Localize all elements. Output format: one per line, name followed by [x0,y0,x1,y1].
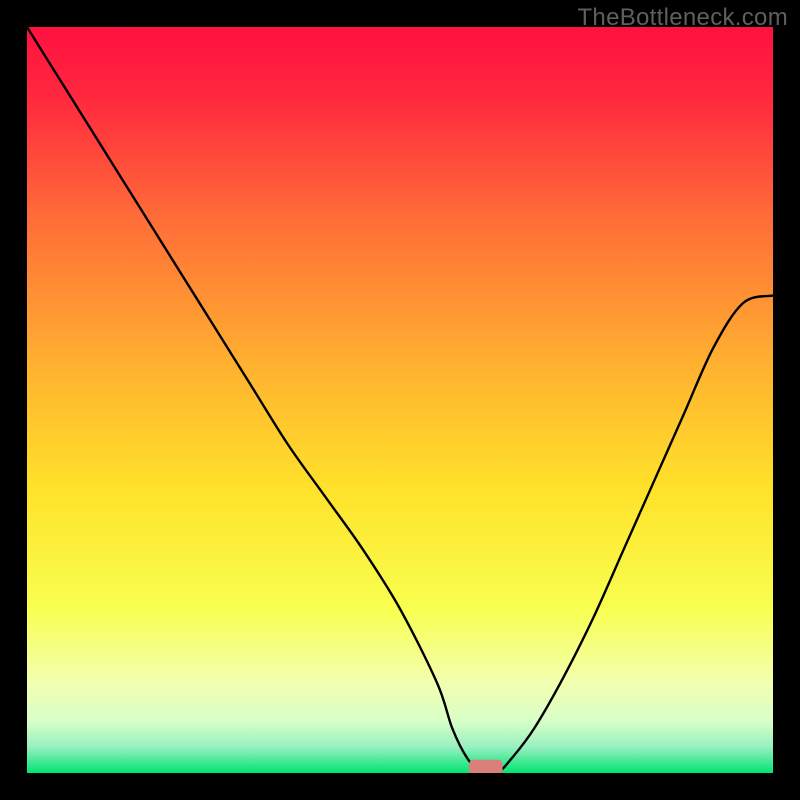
chart-svg [27,27,773,773]
min-marker [469,760,503,773]
watermark-text: TheBottleneck.com [577,4,788,32]
chart-background [27,27,773,773]
chart-frame: TheBottleneck.com [0,0,800,800]
plot-area [27,27,773,773]
